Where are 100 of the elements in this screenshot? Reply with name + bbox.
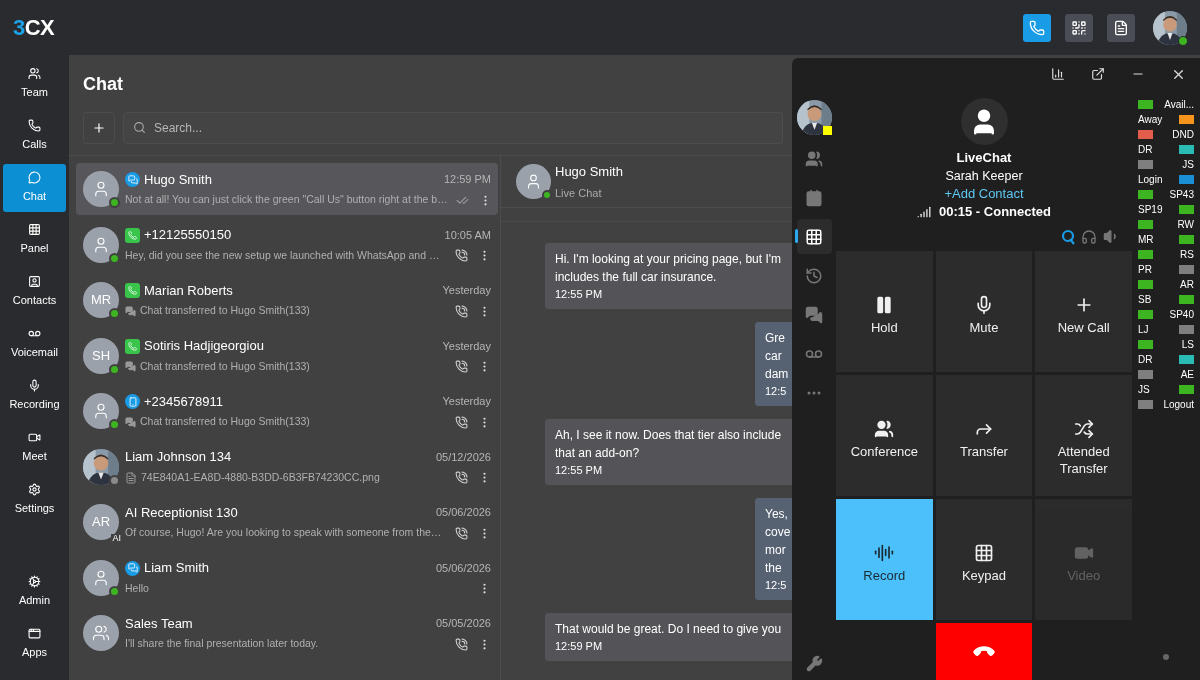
contact-name: Hugo Smith (555, 163, 623, 181)
chat-list-item[interactable]: Liam Smith 05/06/2026 Hello (76, 551, 498, 604)
contact-name: AI Receptionist 130 (125, 503, 238, 522)
call-status: 00:15 - Connected (939, 203, 1051, 221)
avatar: MR (83, 282, 119, 318)
timestamp: Yesterday (442, 338, 491, 354)
chart-icon[interactable] (1051, 67, 1065, 81)
nav-item[interactable]: Recording (3, 372, 66, 420)
caller-avatar (960, 98, 1008, 145)
pop-out-icon[interactable] (1091, 67, 1105, 81)
blf-label[interactable]: RW (1177, 217, 1194, 232)
phone-call-icon[interactable] (455, 304, 468, 318)
blf-label[interactable]: MR (1138, 232, 1154, 247)
call-control-button[interactable]: Attended Transfer (1035, 375, 1132, 496)
blf-label[interactable]: Login (1138, 172, 1163, 187)
chat-list-item[interactable]: AR AI AI Receptionist 130 05/06/2026 Of course, Hugo! Are you looking to speak with someone from the… (76, 496, 498, 548)
whatsapp-icon (125, 227, 140, 243)
grid-icon (28, 223, 41, 237)
blf-label[interactable]: JS (1138, 382, 1150, 397)
contact-name: Sotiris Hadjigeorgiou (144, 337, 264, 356)
file-icon (125, 471, 137, 484)
blf-label[interactable]: JS (1182, 157, 1194, 172)
blf-label[interactable]: SB (1138, 292, 1152, 307)
timestamp: 12:59 PM (443, 172, 491, 188)
nav-item[interactable]: Voicemail (3, 320, 66, 368)
chat-bubbles-icon (805, 305, 823, 324)
add-contact-link[interactable]: +Add Contact (944, 185, 1024, 203)
chat-bubbles-icon (125, 305, 136, 317)
blf-label[interactable]: DR (1138, 352, 1153, 367)
headset-icon[interactable] (1081, 228, 1097, 245)
toolbar-button[interactable] (1107, 13, 1135, 42)
nav-item[interactable]: Admin (3, 568, 66, 616)
avatar (516, 164, 551, 199)
chat-list-item[interactable]: MR Marian Roberts Yesterday Chat transferred to Hugo Smith(133) (76, 274, 498, 326)
nav-item[interactable]: Meet (3, 424, 66, 472)
chat-list-item[interactable]: Liam Johnson 134 05/12/2026 74E840A1-EA8D-4880-B3DD-6B3FB74230CC.png (76, 440, 498, 493)
nav-item[interactable]: Apps (3, 620, 66, 668)
call-control-button[interactable]: Mute (935, 251, 1033, 372)
call-control-button[interactable]: New Call (1035, 251, 1132, 372)
blf-label[interactable]: LS (1181, 337, 1194, 352)
message-preview: Of course, Hugo! Are you looking to speak with someone from the… (125, 525, 442, 541)
page-title: Chat (83, 73, 123, 96)
message-time: 12:5 (765, 578, 787, 593)
nav-item[interactable]: Settings (3, 476, 66, 524)
call-control-button[interactable]: Record (836, 499, 933, 620)
toolbar-button[interactable] (1023, 13, 1051, 42)
nav-item[interactable]: Chat (3, 164, 66, 212)
blf-label[interactable]: DND (1172, 127, 1194, 142)
blf-label[interactable]: Away (1138, 112, 1163, 127)
hang-up-button[interactable] (935, 623, 1033, 680)
phone-call-icon[interactable] (455, 637, 468, 651)
toolbar-button[interactable] (1065, 13, 1093, 42)
new-chat-button[interactable] (83, 112, 115, 144)
keypad-icon (974, 543, 994, 563)
phone-call-icon[interactable] (455, 415, 468, 429)
phone-call-icon[interactable] (455, 526, 468, 540)
blf-label[interactable]: AR (1180, 277, 1194, 292)
blf-label[interactable]: LJ (1138, 322, 1149, 337)
wrench-icon[interactable] (805, 655, 823, 672)
message-time: 12:55 PM (555, 287, 603, 302)
phone-call-icon[interactable] (455, 471, 468, 485)
blf-label[interactable]: DR (1138, 142, 1153, 157)
message-preview: 74E840A1-EA8D-4880-B3DD-6B3FB74230CC.png (141, 469, 380, 485)
blf-label[interactable]: SP40 (1169, 307, 1194, 322)
blf-label[interactable]: PR (1138, 262, 1152, 277)
blf-label[interactable]: AE (1180, 367, 1194, 382)
nav-item[interactable]: Contacts (3, 268, 66, 316)
chat-list-item[interactable]: Hugo Smith 12:59 PM Not at all! You can just click the green "Call Us" button right at the b… (76, 163, 498, 215)
timestamp: Yesterday (442, 394, 491, 410)
chat-list-item[interactable]: +2345678911 Yesterday Chat transferred to Hugo Smith(133) (76, 385, 498, 437)
avatar (83, 171, 119, 207)
blf-label[interactable]: SP19 (1138, 202, 1163, 217)
call-control-button[interactable]: Transfer (935, 375, 1033, 496)
blf-label[interactable]: Logout (1163, 397, 1194, 412)
chat-list-item[interactable]: Sales Team 05/05/2026 I'll share the final presentation later today. (76, 607, 498, 659)
chat-list-item[interactable]: SH Sotiris Hadjigeorgiou Yesterday Chat transferred to Hugo Smith(133) (76, 329, 498, 382)
nav-item[interactable]: Calls (3, 112, 66, 160)
search-field[interactable]: Search... (123, 112, 783, 144)
contact-name: Hugo Smith (144, 170, 212, 189)
nav-item[interactable]: Team (3, 60, 66, 108)
message-time: 12:55 PM (555, 463, 603, 478)
document-icon (1113, 19, 1129, 36)
call-control-button[interactable]: Keypad (935, 499, 1033, 620)
chat-channel-label: Live Chat (555, 185, 603, 201)
avatar (83, 559, 119, 596)
call-control-button[interactable]: Hold (836, 251, 933, 372)
avatar: SH (83, 337, 119, 374)
caller-title: LiveChat (956, 149, 1012, 167)
call-control-button[interactable]: Conference (836, 375, 933, 496)
caller-name: Sarah Keeper (945, 168, 1023, 185)
rail-button[interactable] (796, 219, 832, 254)
blf-label[interactable]: SP43 (1169, 187, 1194, 202)
history-icon (805, 266, 823, 285)
chat-list-item[interactable]: +12125550150 10:05 AM Hey, did you see the new setup we launched with WhatsApp and … (76, 218, 498, 271)
phone-call-icon[interactable] (455, 360, 468, 374)
contact-name: +12125550150 (144, 226, 232, 245)
phone-call-icon[interactable] (455, 249, 468, 263)
blf-label[interactable]: Avail... (1164, 97, 1194, 112)
nav-item[interactable]: Panel (3, 216, 66, 264)
blf-label[interactable]: RS (1180, 247, 1194, 262)
